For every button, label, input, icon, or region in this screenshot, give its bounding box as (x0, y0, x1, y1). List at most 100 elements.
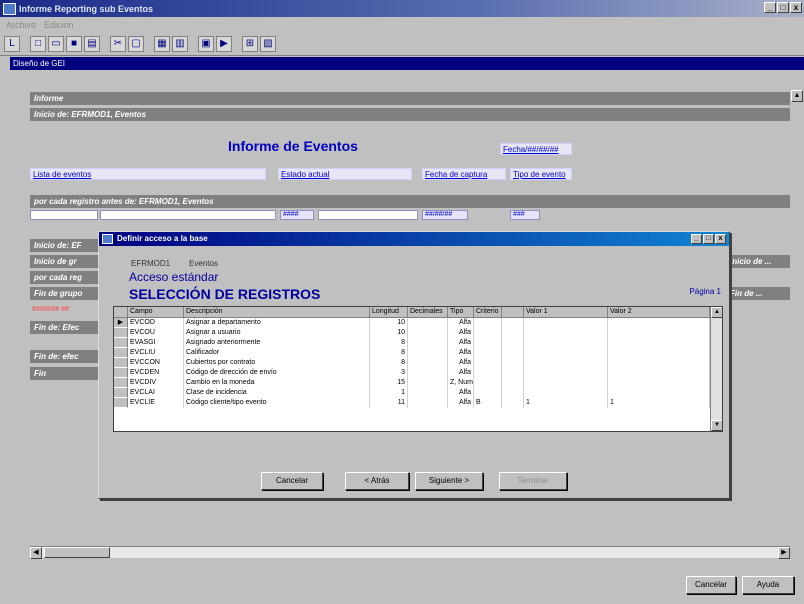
column-header-valor2[interactable]: Valor 2 (608, 307, 710, 318)
table-row[interactable]: EVCOU Asignar a usuario 10 Alfa (114, 328, 710, 338)
close-button[interactable]: x (790, 2, 802, 13)
cell-v1[interactable] (524, 368, 608, 378)
label-lista-eventos[interactable]: Lista de eventos (30, 168, 266, 180)
cell-v2[interactable] (608, 358, 710, 368)
cell-crit[interactable] (474, 348, 502, 358)
scroll-left-icon[interactable]: ◀ (30, 547, 42, 559)
cell-dec[interactable] (408, 388, 448, 398)
cell-op[interactable] (502, 318, 524, 328)
cell-tipo[interactable]: Alfa (448, 398, 474, 408)
column-header-tipo[interactable]: Tipo (448, 307, 474, 318)
cancel-button[interactable]: Cancelar (686, 576, 736, 594)
horizontal-scroll-thumb[interactable] (44, 547, 110, 558)
row-selector[interactable] (114, 378, 128, 388)
cell-op[interactable] (502, 378, 524, 388)
cell-v1[interactable] (524, 388, 608, 398)
cell-v2[interactable] (608, 328, 710, 338)
new-file-icon[interactable]: □ (30, 35, 46, 52)
cell-long[interactable]: 10 (370, 328, 408, 338)
label-fecha-captura[interactable]: Fecha de captura (422, 168, 506, 180)
cell-v1[interactable] (524, 358, 608, 368)
cell-tipo[interactable]: Alfa (448, 348, 474, 358)
cell-crit[interactable] (474, 328, 502, 338)
cell-op[interactable] (502, 388, 524, 398)
cell-tipo[interactable]: Z, Num (448, 378, 474, 388)
maximize-button[interactable]: □ (777, 2, 789, 13)
cell-op[interactable] (502, 358, 524, 368)
cell-long[interactable]: 8 (370, 358, 408, 368)
row-selector[interactable] (114, 328, 128, 338)
row-selector[interactable] (114, 388, 128, 398)
grid-scroll-up-icon[interactable]: ▲ (711, 307, 722, 318)
table-row[interactable]: EVCDIV Cambio en la moneda 15 Z, Num (114, 378, 710, 388)
cell-op[interactable] (502, 338, 524, 348)
dialog-close-button[interactable]: x (715, 234, 726, 244)
row-selector[interactable] (114, 338, 128, 348)
dialog-next-button[interactable]: Siguiente > (415, 472, 483, 490)
column-header-valor1[interactable]: Valor 1 (524, 307, 608, 318)
cell-campo[interactable]: EVASGI (128, 338, 184, 348)
field-codigo[interactable]: #### (280, 210, 314, 220)
band-por-cada-registro[interactable]: por cada registro antes de: EFRMOD1, Eve… (30, 195, 790, 208)
cell-v1[interactable]: 1 (524, 398, 608, 408)
cell-tipo[interactable]: Alfa (448, 368, 474, 378)
column-header-op[interactable] (502, 307, 524, 318)
date-label[interactable]: Fecha/##/##/## (500, 143, 572, 155)
cell-long[interactable]: 15 (370, 378, 408, 388)
cell-long[interactable]: 10 (370, 318, 408, 328)
red-field-sample[interactable]: ##/##/## ## (32, 306, 69, 313)
cell-campo[interactable]: EVCLIE (128, 398, 184, 408)
cell-v2[interactable] (608, 348, 710, 358)
cell-desc[interactable]: Asignar a usuario (184, 328, 370, 338)
row-selector[interactable] (114, 368, 128, 378)
cut-icon[interactable]: ✂ (110, 35, 126, 52)
cell-dec[interactable] (408, 338, 448, 348)
cell-long[interactable]: 1 (370, 388, 408, 398)
cell-desc[interactable]: Código de dirección de envío (184, 368, 370, 378)
cell-dec[interactable] (408, 398, 448, 408)
row-selector[interactable] (114, 398, 128, 408)
cell-crit[interactable] (474, 378, 502, 388)
field-tipo[interactable]: ### (510, 210, 540, 220)
cell-crit[interactable] (474, 388, 502, 398)
cell-v2[interactable] (608, 388, 710, 398)
grid-vertical-scrollbar[interactable]: ▲ ▼ (710, 307, 722, 431)
dialog-prev-button[interactable]: < Atrás (345, 472, 409, 490)
cell-op[interactable] (502, 348, 524, 358)
run-icon[interactable]: ▶ (216, 35, 232, 52)
save-icon[interactable]: ■ (66, 35, 82, 52)
cell-v2[interactable] (608, 368, 710, 378)
field-descripcion[interactable] (100, 210, 276, 220)
cell-long[interactable]: 8 (370, 338, 408, 348)
band-inicio-eventos[interactable]: Inicio de: EFRMOD1, Eventos (30, 108, 790, 121)
cell-v1[interactable] (524, 378, 608, 388)
cell-dec[interactable] (408, 378, 448, 388)
cell-crit[interactable]: B (474, 398, 502, 408)
row-selector[interactable] (114, 348, 128, 358)
band-right-fin[interactable]: Fin de ... (726, 287, 790, 300)
column-header-criterio[interactable]: Criterio (474, 307, 502, 318)
cell-campo[interactable]: EVCOD (128, 318, 184, 328)
grid-icon[interactable]: ▦ (154, 35, 170, 52)
cell-crit[interactable] (474, 338, 502, 348)
cell-op[interactable] (502, 398, 524, 408)
field-fecha[interactable]: ##/##/## (422, 210, 468, 220)
cell-long[interactable]: 3 (370, 368, 408, 378)
fields-grid[interactable]: Campo Descripción Longitud Decimales Tip… (113, 306, 723, 432)
field-estado[interactable] (318, 210, 418, 220)
minimize-button[interactable]: _ (764, 2, 776, 13)
cell-dec[interactable] (408, 348, 448, 358)
dialog-maximize-button[interactable]: □ (703, 234, 714, 244)
cell-campo[interactable]: EVCOU (128, 328, 184, 338)
cell-campo[interactable]: EVCDIV (128, 378, 184, 388)
table-row[interactable]: ▶ EVCOD Asignar a departamento 10 Alfa (114, 318, 710, 328)
cell-v1[interactable] (524, 328, 608, 338)
cell-op[interactable] (502, 368, 524, 378)
cell-dec[interactable] (408, 368, 448, 378)
cell-desc[interactable]: Calificador (184, 348, 370, 358)
cell-v1[interactable] (524, 318, 608, 328)
label-estado-actual[interactable]: Estado actual (278, 168, 412, 180)
cell-op[interactable] (502, 328, 524, 338)
band-right-inicio[interactable]: Inicio de ... (726, 255, 790, 268)
print-icon[interactable]: ▤ (84, 35, 100, 52)
